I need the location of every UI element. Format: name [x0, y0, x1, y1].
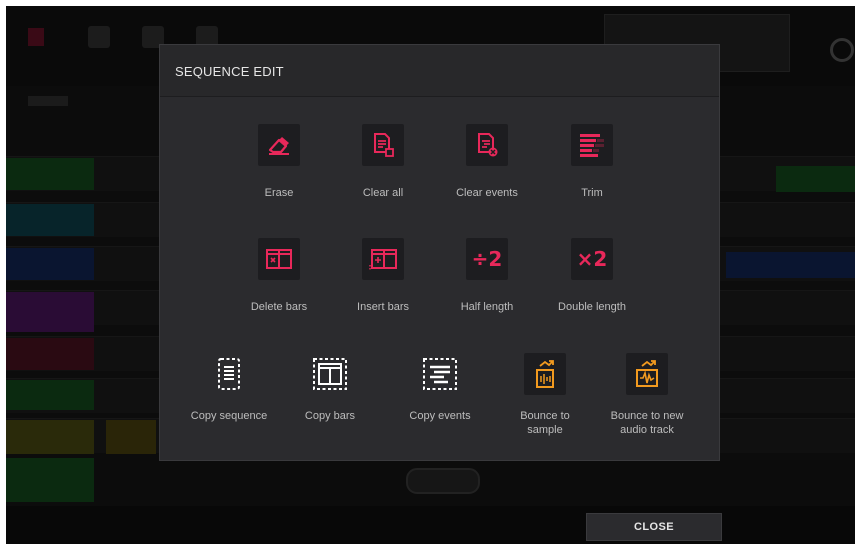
background-clip-blue-right — [726, 252, 855, 278]
insert-bars-tile[interactable] — [362, 238, 404, 280]
copy-events-tile[interactable] — [419, 353, 461, 395]
clear-all-tile[interactable] — [362, 124, 404, 166]
background-clip-yellow-mid — [106, 420, 156, 454]
insert-bars-label: Insert bars — [357, 301, 409, 313]
clear-all-button[interactable]: Clear all — [328, 124, 438, 200]
insert-bars-icon — [369, 249, 397, 270]
copy-sequence-button[interactable]: Copy sequence — [174, 353, 284, 423]
bounce-to-new-audio-track-label: Bounce to new audio track — [610, 410, 684, 436]
screen: SEQUENCE EDIT Erase Clear all Clear even… — [6, 6, 855, 544]
background-clip-purple — [6, 292, 94, 332]
divide-two-icon: ÷2 — [471, 247, 503, 271]
background-clip-green — [6, 158, 94, 190]
background-grid-icon — [88, 26, 110, 48]
background-clip-green2 — [6, 380, 94, 410]
background-record-icon — [28, 28, 44, 46]
double-length-tile[interactable]: ×2 — [571, 238, 613, 280]
bounce-sample-icon — [536, 360, 554, 388]
sequence-edit-dialog: SEQUENCE EDIT Erase Clear all Clear even… — [159, 44, 720, 461]
delete-bars-icon — [266, 249, 292, 269]
copy-sequence-icon — [218, 358, 240, 390]
trim-tile[interactable] — [571, 124, 613, 166]
bounce-audio-track-icon — [636, 360, 658, 387]
trim-label: Trim — [581, 187, 603, 199]
background-bottom-bar — [6, 506, 855, 544]
background-clip-yellow — [6, 420, 94, 454]
copy-bars-tile[interactable] — [309, 353, 351, 395]
close-button[interactable]: CLOSE — [586, 513, 722, 541]
background-track-label — [28, 96, 68, 106]
delete-bars-label: Delete bars — [250, 301, 308, 313]
copy-bars-button[interactable]: Copy bars — [275, 353, 385, 423]
erase-button[interactable]: Erase — [224, 124, 334, 200]
copy-events-icon — [423, 358, 457, 390]
bounce-to-sample-tile[interactable] — [524, 353, 566, 395]
insert-bars-button[interactable]: Insert bars — [328, 238, 438, 314]
bounce-to-sample-button[interactable]: Bounce to sample — [490, 353, 600, 437]
delete-bars-tile[interactable] — [258, 238, 300, 280]
erase-tile[interactable] — [258, 124, 300, 166]
bounce-to-sample-label: Bounce to sample — [520, 410, 570, 436]
clear-all-label: Clear all — [362, 187, 404, 199]
background-knob-icon — [830, 38, 854, 62]
times-two-icon: ×2 — [576, 247, 608, 271]
clear-events-tile[interactable] — [466, 124, 508, 166]
background-clip-red — [6, 338, 94, 370]
copy-bars-icon — [313, 358, 347, 390]
background-clip-green-right — [776, 166, 855, 192]
background-clip-green3 — [6, 458, 94, 502]
trim-button[interactable]: Trim — [537, 124, 647, 200]
copy-events-label: Copy events — [409, 410, 471, 422]
clear-events-label: Clear events — [456, 187, 518, 199]
erase-label: Erase — [264, 187, 294, 199]
dialog-header: SEQUENCE EDIT — [160, 45, 719, 97]
half-length-button[interactable]: ÷2 Half length — [432, 238, 542, 314]
bounce-to-new-audio-track-button[interactable]: Bounce to new audio track — [592, 353, 702, 437]
clear-events-button[interactable]: Clear events — [432, 124, 542, 200]
trim-icon — [580, 134, 604, 157]
half-length-tile[interactable]: ÷2 — [466, 238, 508, 280]
clear-all-icon — [374, 133, 394, 157]
double-length-label: Double length — [558, 301, 626, 313]
bounce-to-new-audio-track-tile[interactable] — [626, 353, 668, 395]
copy-events-button[interactable]: Copy events — [385, 353, 495, 423]
background-clip-teal — [6, 204, 94, 236]
copy-sequence-label: Copy sequence — [190, 410, 268, 422]
background-clip-blue — [6, 248, 94, 280]
eraser-icon — [268, 137, 289, 155]
copy-sequence-tile[interactable] — [208, 353, 250, 395]
delete-bars-button[interactable]: Delete bars — [224, 238, 334, 314]
background-pill — [406, 468, 480, 494]
clear-events-icon — [478, 133, 498, 157]
dialog-title: SEQUENCE EDIT — [175, 64, 284, 79]
copy-bars-label: Copy bars — [304, 410, 356, 422]
half-length-label: Half length — [460, 301, 514, 313]
double-length-button[interactable]: ×2 Double length — [537, 238, 647, 314]
